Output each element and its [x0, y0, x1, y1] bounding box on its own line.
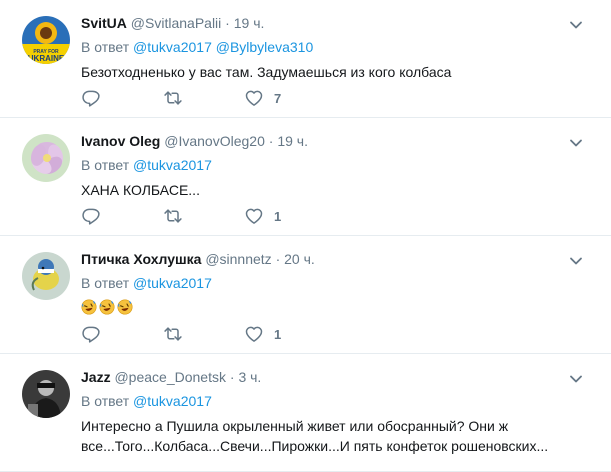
flower-avatar[interactable]: [22, 134, 70, 182]
like-count: 1: [274, 208, 282, 224]
heart-icon: [244, 206, 264, 226]
sunflower-avatar[interactable]: PRAY FOR UKRAINE: [22, 16, 70, 64]
retweet-button[interactable]: [163, 323, 183, 345]
tweet-header: Jazz @peace_Donetsk · 3 ч.: [81, 368, 591, 386]
reply-to: В ответ @tukva2017: [81, 274, 591, 292]
like-count: 7: [274, 90, 282, 106]
reply-button[interactable]: [81, 87, 101, 109]
tweet[interactable]: Ivanov Oleg @IvanovOleg20 · 19 ч. В отве…: [0, 118, 611, 236]
author-name[interactable]: Ivanov Oleg: [81, 133, 160, 149]
tweet-header: Ivanov Oleg @IvanovOleg20 · 19 ч.: [81, 132, 591, 150]
timestamp[interactable]: 20 ч.: [284, 251, 315, 267]
reply-button[interactable]: [81, 205, 101, 227]
reply-mentions[interactable]: @tukva2017 @Bylbyleva310: [133, 39, 313, 55]
reply-mentions[interactable]: @tukva2017: [133, 157, 212, 173]
timestamp[interactable]: 19 ч.: [234, 15, 265, 31]
reply-icon: [81, 88, 101, 108]
tweet-text: Интересно а Пушила окрыленный живет или …: [81, 418, 549, 454]
reply-button[interactable]: [81, 323, 101, 345]
chevron-down-icon[interactable]: [569, 372, 583, 386]
like-button[interactable]: 1: [244, 205, 281, 227]
tweet[interactable]: PRAY FOR UKRAINE SvitUA @SvitlanaPalii ·…: [0, 0, 611, 118]
heart-icon: [244, 324, 264, 344]
author-handle[interactable]: @sinnnetz: [205, 251, 271, 267]
reply-mentions[interactable]: @tukva2017: [133, 275, 212, 291]
author-name[interactable]: Jazz: [81, 369, 111, 385]
reply-mentions[interactable]: @tukva2017: [133, 393, 212, 409]
tweet-actions: 1: [81, 323, 381, 345]
retweet-icon: [163, 206, 183, 226]
reply-label: В ответ: [81, 393, 130, 409]
retweet-button[interactable]: [163, 87, 183, 109]
rofl-emoji-icon: [81, 299, 97, 315]
reply-icon: [81, 206, 101, 226]
author-handle[interactable]: @SvitlanaPalii: [131, 15, 221, 31]
author-name[interactable]: SvitUA: [81, 15, 127, 31]
tweet-text: Безотходненько у вас там. Задумаешься из…: [81, 64, 452, 80]
tweet-text: [81, 298, 591, 318]
reply-label: В ответ: [81, 39, 130, 55]
reply-label: В ответ: [81, 275, 130, 291]
author-handle[interactable]: @peace_Donetsk: [114, 369, 226, 385]
tweet[interactable]: Птичка Хохлушка @sinnnetz · 20 ч. В отве…: [0, 236, 611, 354]
like-count: 1: [274, 326, 282, 342]
timestamp[interactable]: 19 ч.: [277, 133, 308, 149]
retweet-icon: [163, 88, 183, 108]
rofl-emoji-icon: [99, 299, 115, 315]
tweet-header: Птичка Хохлушка @sinnnetz · 20 ч.: [81, 250, 591, 268]
like-button[interactable]: 1: [244, 323, 281, 345]
author-name[interactable]: Птичка Хохлушка: [81, 251, 201, 267]
tweet-actions: 7: [81, 87, 381, 109]
svg-text:UKRAINE: UKRAINE: [28, 54, 65, 63]
separator: ·: [268, 133, 274, 149]
tweet-text: ХАНА КОЛБАСЕ...: [81, 182, 200, 198]
chevron-down-icon[interactable]: [569, 136, 583, 150]
timestamp[interactable]: 3 ч.: [238, 369, 261, 385]
retweet-button[interactable]: [163, 205, 183, 227]
separator: ·: [229, 369, 235, 385]
separator: ·: [275, 251, 281, 267]
tweet[interactable]: Jazz @peace_Donetsk · 3 ч. В ответ @tukv…: [0, 354, 611, 472]
reply-to: В ответ @tukva2017 @Bylbyleva310: [81, 38, 591, 56]
person-avatar[interactable]: [22, 370, 70, 418]
chevron-down-icon[interactable]: [569, 254, 583, 268]
retweet-icon: [163, 324, 183, 344]
like-button[interactable]: 7: [244, 87, 281, 109]
reply-to: В ответ @tukva2017: [81, 392, 591, 410]
separator: ·: [225, 15, 230, 31]
heart-icon: [244, 88, 264, 108]
rofl-emoji-icon: [117, 299, 133, 315]
reply-to: В ответ @tukva2017: [81, 156, 591, 174]
reply-label: В ответ: [81, 157, 130, 173]
author-handle[interactable]: @IvanovOleg20: [164, 133, 265, 149]
chevron-down-icon[interactable]: [569, 18, 583, 32]
bird-avatar[interactable]: [22, 252, 70, 300]
tweet-actions: 1: [81, 205, 381, 227]
tweet-header: SvitUA @SvitlanaPalii · 19 ч.: [81, 14, 591, 32]
reply-icon: [81, 324, 101, 344]
